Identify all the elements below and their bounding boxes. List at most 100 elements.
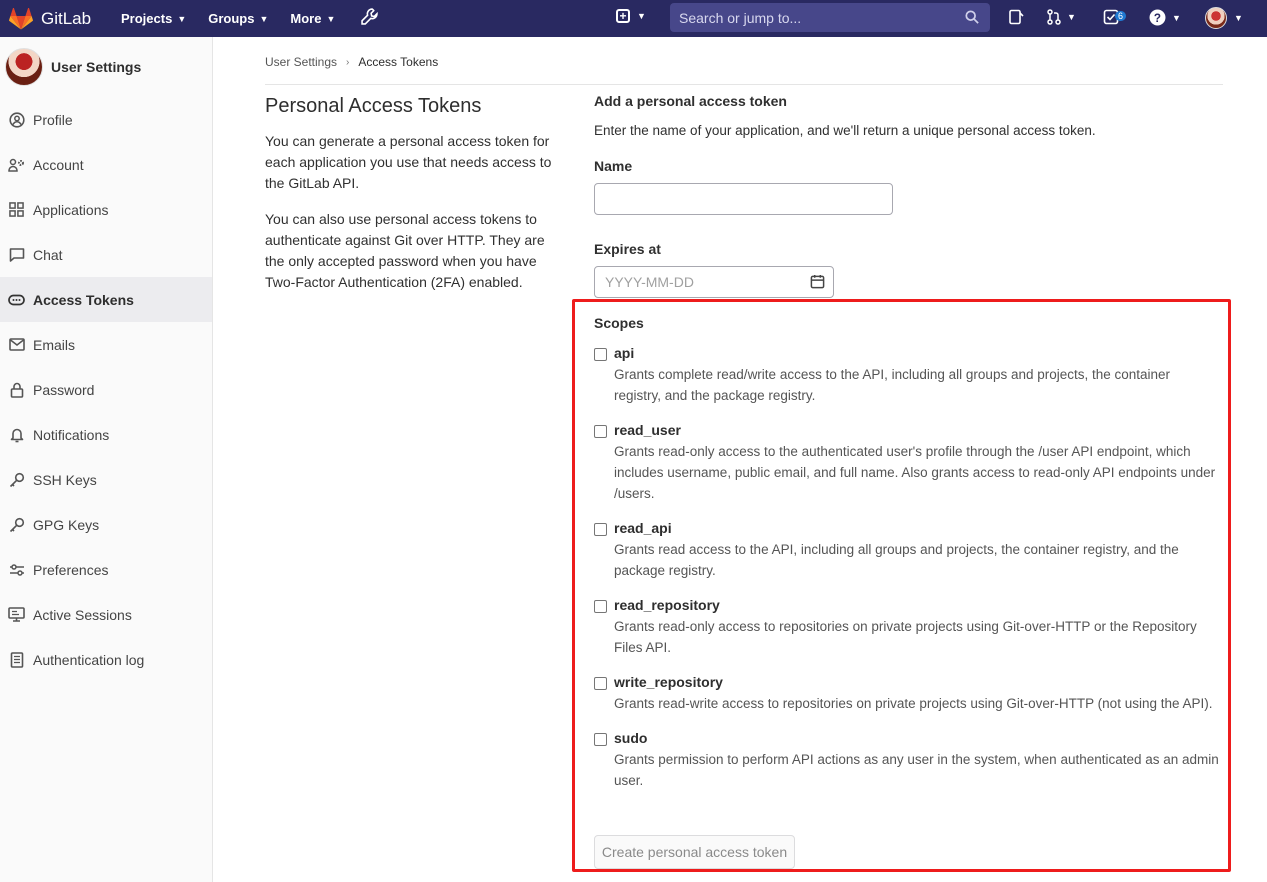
sidebar-item-label: Account [33,156,84,173]
create-token-button[interactable]: Create personal access token [594,835,795,869]
expires-date-input[interactable]: YYYY-MM-DD [594,266,834,298]
expires-label: Expires at [594,241,661,257]
chevron-right-icon: › [346,56,350,68]
sidebar-item-applications[interactable]: Applications [0,187,212,232]
sidebar-item-label: Active Sessions [33,606,132,623]
profile-icon [8,111,25,128]
scopes-label: Scopes [594,315,644,331]
expires-placeholder: YYYY-MM-DD [605,274,694,290]
scope-description: Grants complete read/write access to the… [614,367,1171,403]
sidebar-item-label: Access Tokens [33,291,134,308]
scope-sudo-checkbox[interactable] [594,733,607,746]
scope-read-repository-checkbox[interactable] [594,600,607,613]
sidebar-item-label: Password [33,381,95,398]
scope-description: Grants read-only access to the authentic… [614,444,1216,501]
sidebar-item-password[interactable]: Password [0,367,212,412]
search-input[interactable]: Search or jump to... [670,3,990,32]
admin-wrench-icon[interactable] [361,7,379,30]
chevron-down-icon: ▼ [177,13,187,24]
issues-icon[interactable] [1008,9,1024,25]
scope-read-api-checkbox[interactable] [594,523,607,536]
scope-read-repository: read_repository Grants read-only access … [594,597,1219,658]
sidebar-item-label: Preferences [33,561,109,578]
breadcrumb-parent[interactable]: User Settings [265,55,337,69]
sidebar-item-emails[interactable]: Emails [0,322,212,367]
intro-section: Personal Access Tokens You can generate … [265,95,565,308]
sidebar-title: User Settings [51,59,142,75]
page-title: Personal Access Tokens [265,95,482,117]
mail-icon [8,336,25,353]
nav-more-label: More [290,11,322,26]
preferences-icon [8,561,25,578]
key-icon [8,471,25,488]
scope-name[interactable]: read_repository [614,597,1219,613]
avatar [1205,7,1227,29]
chat-icon [8,246,25,263]
scope-name[interactable]: read_api [614,520,1219,536]
chevron-down-icon: ▼ [326,13,336,24]
search-icon [965,10,979,24]
top-navbar: GitLab Projects ▼ Groups ▼ More ▼ + ▼ Se… [0,0,1267,37]
sidebar-item-label: Authentication log [33,651,145,668]
merge-requests-icon[interactable]: ▼ [1046,9,1076,25]
scope-name[interactable]: read_user [614,422,1219,438]
scope-name[interactable]: api [614,345,1219,361]
scope-api-checkbox[interactable] [594,348,607,361]
chevron-down-icon: ▼ [637,11,646,21]
sidebar-header[interactable]: User Settings [0,37,212,97]
gitlab-logo[interactable]: GitLab [9,7,109,30]
breadcrumb: User Settings › Access Tokens [265,55,438,69]
sidebar-item-profile[interactable]: Profile [0,97,212,142]
scope-description: Grants read-only access to repositories … [614,619,1197,655]
sidebar-item-preferences[interactable]: Preferences [0,547,212,592]
nav-projects-label: Projects [121,11,173,26]
bell-icon [8,426,25,443]
breadcrumb-current[interactable]: Access Tokens [358,55,438,69]
sidebar-item-ssh-keys[interactable]: SSH Keys [0,457,212,502]
help-icon[interactable]: ? ▼ [1149,9,1181,26]
intro-paragraph-1: You can generate a personal access token… [265,133,552,191]
gitlab-fox-icon [9,7,33,29]
nav-more[interactable]: More ▼ [290,11,335,26]
sidebar-item-account[interactable]: Account [0,142,212,187]
chevron-down-icon: ▼ [259,13,269,24]
new-item-dropdown[interactable]: + ▼ [616,9,646,23]
scope-name[interactable]: write_repository [614,674,1219,690]
avatar [5,48,43,86]
svg-text:?: ? [1154,12,1161,25]
plus-icon: + [616,9,630,23]
sidebar-item-gpg-keys[interactable]: GPG Keys [0,502,212,547]
scope-read-user-checkbox[interactable] [594,425,607,438]
log-icon [8,651,25,668]
brand-name: GitLab [41,8,92,28]
user-menu[interactable]: ▼ [1205,7,1243,29]
calendar-icon[interactable] [810,274,825,292]
scope-read-api: read_api Grants read access to the API, … [594,520,1219,581]
scope-write-repository-checkbox[interactable] [594,677,607,690]
sidebar-item-active-sessions[interactable]: Active Sessions [0,592,212,637]
sidebar-item-chat[interactable]: Chat [0,232,212,277]
sidebar-item-access-tokens[interactable]: Access Tokens [0,277,212,322]
sidebar-item-label: Notifications [33,426,110,443]
nav-projects[interactable]: Projects ▼ [121,11,186,26]
chevron-down-icon: ▼ [1067,12,1076,22]
sidebar-item-label: Emails [33,336,76,353]
intro-paragraph-2: You can also use personal access tokens … [265,211,545,290]
name-input[interactable] [594,183,893,215]
todos-icon[interactable]: 6 [1103,9,1127,25]
form-description: Enter the name of your application, and … [594,123,1096,138]
name-label: Name [594,158,633,174]
sidebar-item-label: Profile [33,111,73,128]
nav-groups[interactable]: Groups ▼ [208,11,268,26]
sidebar-item-label: GPG Keys [33,516,100,533]
scope-name[interactable]: sudo [614,730,1219,746]
sidebar-item-notifications[interactable]: Notifications [0,412,212,457]
scope-read-user: read_user Grants read-only access to the… [594,422,1219,504]
chevron-down-icon: ▼ [1234,13,1243,23]
todo-count-badge: 6 [1115,11,1127,21]
sidebar-item-authentication-log[interactable]: Authentication log [0,637,212,682]
sidebar-item-label: Chat [33,246,63,263]
account-icon [8,156,25,173]
key-icon [8,516,25,533]
settings-sidebar: User Settings Profile Account Applicatio… [0,37,213,882]
